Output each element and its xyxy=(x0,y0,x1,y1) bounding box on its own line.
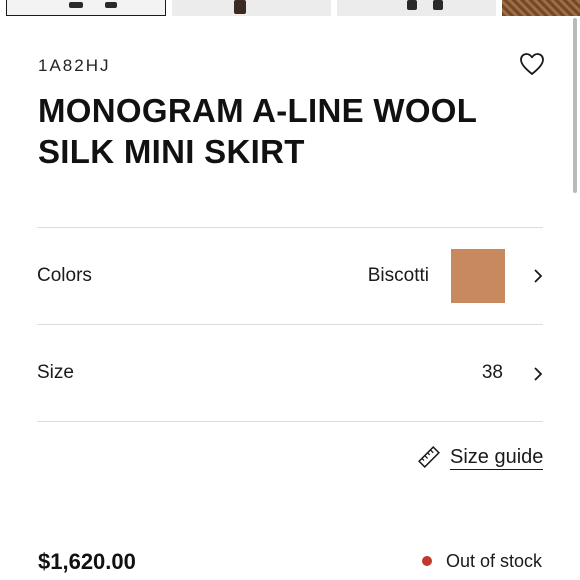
stock-status-dot xyxy=(421,556,432,566)
divider xyxy=(37,421,543,422)
product-title: MONOGRAM A-LINE WOOL SILK MINI SKIRT xyxy=(38,92,477,170)
thumbnail-3[interactable] xyxy=(337,0,496,16)
chevron-right-icon xyxy=(534,269,543,283)
colors-label: Colors xyxy=(37,265,92,286)
selected-color: Biscotti xyxy=(367,265,429,286)
size-label: Size xyxy=(37,362,74,383)
thumbnail-2[interactable] xyxy=(172,0,331,16)
colors-row[interactable]: Colors Biscotti xyxy=(37,228,543,324)
color-swatch xyxy=(451,249,505,303)
size-row[interactable]: Size 38 xyxy=(37,325,543,421)
wishlist-button[interactable] xyxy=(519,52,545,76)
thumbnail-strip xyxy=(0,0,580,17)
thumbnail-1[interactable] xyxy=(6,0,166,16)
selected-size: 38 xyxy=(481,362,503,383)
ruler-icon xyxy=(418,446,440,468)
chevron-right-icon xyxy=(534,367,543,381)
stock-status: Out of stock xyxy=(421,551,542,572)
size-guide-label[interactable]: Size guide xyxy=(450,446,544,470)
thumbnail-4[interactable] xyxy=(502,0,580,16)
product-sku: 1A82HJ xyxy=(38,56,111,75)
product-price: $1,620.00 xyxy=(38,549,136,574)
stock-status-label: Out of stock xyxy=(445,551,542,571)
heart-icon xyxy=(520,53,544,75)
monogram-pattern xyxy=(502,0,580,16)
scrollbar[interactable] xyxy=(573,18,577,193)
